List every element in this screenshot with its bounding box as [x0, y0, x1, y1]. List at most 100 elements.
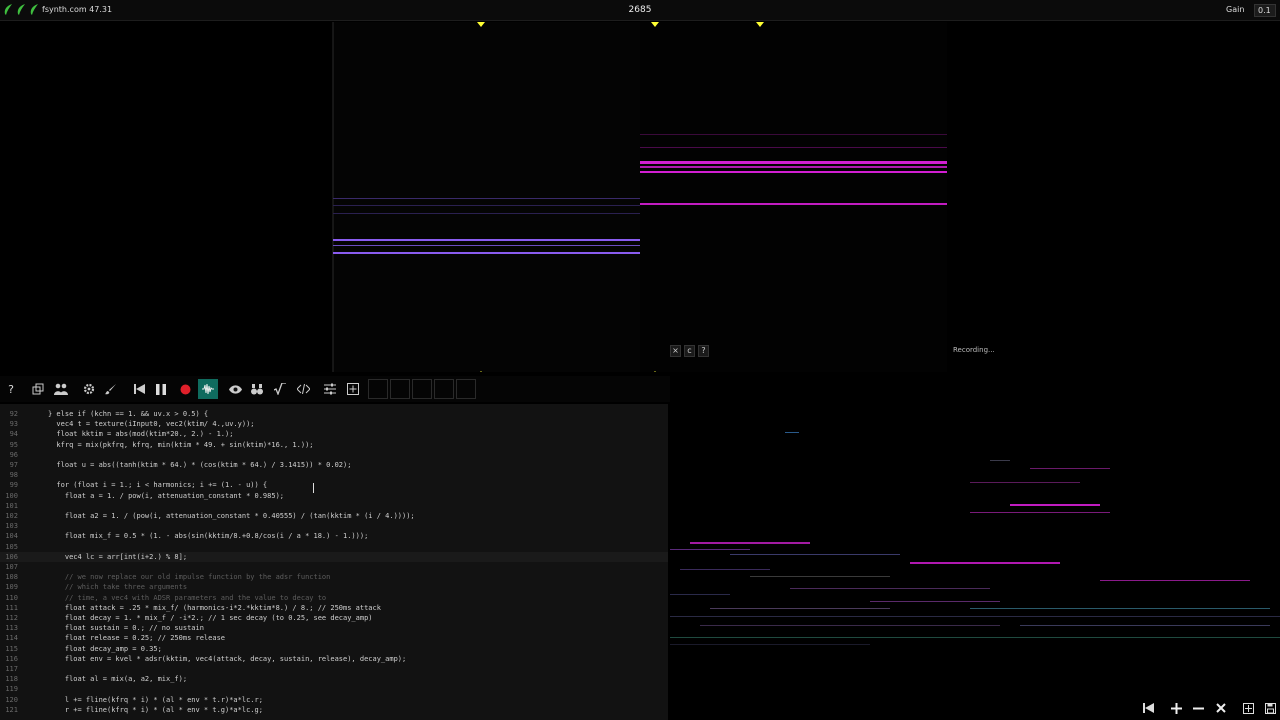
code-text[interactable]: vec4 lc = arr[int(i+2.) % 8];	[48, 552, 187, 562]
settings-button[interactable]	[79, 379, 99, 399]
toolbar-slot[interactable]	[368, 379, 388, 399]
code-line[interactable]: 116 float env = kvel * adsr(kktim, vec4(…	[0, 654, 668, 664]
math-button[interactable]	[270, 379, 290, 399]
rewind-button[interactable]	[129, 379, 149, 399]
code-text[interactable]: kfrq = mix(pkfrq, kfrq, min(ktim * 49. +…	[48, 440, 313, 450]
line-number: 96	[9, 450, 18, 459]
code-line[interactable]: 104 float mix_f = 0.5 * (1. - abs(sin(kk…	[0, 531, 668, 541]
site-title[interactable]: fsynth.com 47.31	[42, 5, 112, 14]
line-number: 105	[5, 542, 18, 551]
code-line[interactable]: 110 // time, a vec4 with ADSR parameters…	[0, 593, 668, 603]
spectrogram-canvas[interactable]	[0, 22, 1280, 372]
add-slice-button[interactable]	[343, 379, 363, 399]
code-line[interactable]: 106 vec4 lc = arr[int(i+2.) % 8];	[0, 551, 668, 562]
code-text[interactable]: float env = kvel * adsr(kktim, vec4(atta…	[48, 654, 406, 664]
line-number: 118	[5, 675, 18, 684]
copy-recording-button[interactable]: c	[684, 345, 695, 357]
code-line[interactable]: 102 float a2 = 1. / (pow(i, attenuation_…	[0, 511, 668, 521]
code-text[interactable]: float decay_amp = 0.35;	[48, 644, 162, 654]
add-button[interactable]	[1166, 699, 1186, 717]
save-button[interactable]	[1260, 699, 1280, 717]
code-line[interactable]: 118 float al = mix(a, a2, mix_f);	[0, 674, 668, 684]
spectral-band	[640, 166, 947, 168]
code-text[interactable]: l += fline(kfrq * i) * (al * env * t.r)*…	[48, 695, 263, 705]
waterfall-streak	[1100, 580, 1250, 581]
sliders-button[interactable]	[320, 379, 340, 399]
code-line[interactable]: 95 kfrq = mix(pkfrq, kfrq, min(ktim * 49…	[0, 440, 668, 450]
code-text[interactable]: vec4 t = texture(iInput0, vec2(ktim/ 4.,…	[48, 419, 254, 429]
code-line[interactable]: 119	[0, 684, 668, 694]
toolbar-slot[interactable]	[390, 379, 410, 399]
rewind-to-start-button[interactable]	[1138, 699, 1158, 717]
code-line[interactable]: 107	[0, 562, 668, 572]
minus-icon	[1192, 707, 1204, 709]
code-text[interactable]: for (float i = 1.; i < harmonics; i += (…	[48, 480, 267, 490]
record-button[interactable]	[175, 379, 195, 399]
gain-input[interactable]	[1254, 4, 1276, 17]
waterfall-streak	[730, 554, 900, 555]
expand-button[interactable]	[1238, 699, 1258, 717]
code-line[interactable]: 117	[0, 664, 668, 674]
code-line[interactable]: 98	[0, 470, 668, 480]
close-button[interactable]	[1211, 699, 1231, 717]
code-text[interactable]: // we now replace our old impulse functi…	[48, 572, 331, 582]
code-line[interactable]: 99 for (float i = 1.; i < harmonics; i +…	[0, 480, 668, 490]
code-line[interactable]: 113 float sustain = 0.; // no sustain	[0, 623, 668, 633]
code-line[interactable]: 108 // we now replace our old impulse fu…	[0, 572, 668, 582]
code-text[interactable]: float u = abs((tanh(ktim * 64.) * (cos(k…	[48, 460, 351, 470]
code-line[interactable]: 101	[0, 501, 668, 511]
code-editor[interactable]: 92} else if (kchn == 1. && uv.x > 0.5) {…	[0, 404, 668, 720]
code-text[interactable]: r += fline(kfrq * i) * (al * env * t.g)*…	[48, 705, 263, 715]
toolbar-slot[interactable]	[434, 379, 454, 399]
code-text[interactable]: float sustain = 0.; // no sustain	[48, 623, 204, 633]
code-text[interactable]: } else if (kchn == 1. && uv.x > 0.5) {	[48, 409, 208, 419]
waterfall-streak	[785, 432, 799, 433]
code-line[interactable]: 94 float kktim = abs(mod(ktim*20., 2.) -…	[0, 429, 668, 439]
line-number: 119	[5, 685, 18, 694]
code-line[interactable]: 96	[0, 450, 668, 460]
line-number: 107	[5, 563, 18, 571]
code-editor-button[interactable]	[293, 379, 313, 399]
line-number: 114	[5, 634, 18, 643]
code-line[interactable]: 103	[0, 521, 668, 531]
code-text[interactable]: float attack = .25 * mix_f/ (harmonics-i…	[48, 603, 381, 613]
code-text[interactable]: float kktim = abs(mod(ktim*20., 2.) - 1.…	[48, 429, 233, 439]
audio-output-button[interactable]	[198, 379, 218, 399]
remove-button[interactable]	[1188, 699, 1208, 717]
code-text[interactable]: float a = 1. / pow(i, attenuation_consta…	[48, 491, 284, 501]
view-button[interactable]	[225, 379, 245, 399]
code-text[interactable]: float decay = 1. * mix_f / -i*2.; // 1 s…	[48, 613, 373, 623]
line-number: 94	[9, 430, 18, 439]
code-text[interactable]: float al = mix(a, a2, mix_f);	[48, 674, 187, 684]
recording-help-button[interactable]: ?	[698, 345, 709, 357]
code-line[interactable]: 120 l += fline(kfrq * i) * (al * env * t…	[0, 695, 668, 705]
code-text[interactable]: // which take three arguments	[48, 582, 187, 592]
code-text[interactable]: float release = 0.25; // 250ms release	[48, 633, 225, 643]
code-line[interactable]: 97 float u = abs((tanh(ktim * 64.) * (co…	[0, 460, 668, 470]
spectral-band	[333, 205, 640, 206]
code-line[interactable]: 112 float decay = 1. * mix_f / -i*2.; //…	[0, 613, 668, 623]
detach-button[interactable]	[28, 379, 48, 399]
code-text[interactable]: float a2 = 1. / (pow(i, attenuation_cons…	[48, 511, 415, 521]
help-button[interactable]: ?	[1, 379, 21, 399]
close-recording-button[interactable]: ×	[670, 345, 681, 357]
analysis-button[interactable]	[247, 379, 267, 399]
code-line[interactable]: 111 float attack = .25 * mix_f/ (harmoni…	[0, 603, 668, 613]
toolbar-slot[interactable]	[456, 379, 476, 399]
help-icon: ?	[8, 382, 14, 396]
code-line[interactable]: 93 vec4 t = texture(iInput0, vec2(ktim/ …	[0, 419, 668, 429]
code-line[interactable]: 92} else if (kchn == 1. && uv.x > 0.5) {	[0, 409, 668, 419]
brush-button[interactable]	[101, 379, 121, 399]
session-users-button[interactable]	[51, 379, 71, 399]
code-line[interactable]: 109 // which take three arguments	[0, 582, 668, 592]
pause-button[interactable]	[151, 379, 171, 399]
code-text[interactable]: float mix_f = 0.5 * (1. - abs(sin(kktim/…	[48, 531, 368, 541]
waterfall-streak	[870, 601, 1000, 602]
toolbar-slot[interactable]	[412, 379, 432, 399]
code-line[interactable]: 105	[0, 542, 668, 552]
code-line[interactable]: 121 r += fline(kfrq * i) * (al * env * t…	[0, 705, 668, 715]
code-line[interactable]: 114 float release = 0.25; // 250ms relea…	[0, 633, 668, 643]
code-line[interactable]: 100 float a = 1. / pow(i, attenuation_co…	[0, 491, 668, 501]
code-text[interactable]: // time, a vec4 with ADSR parameters and…	[48, 593, 326, 603]
code-line[interactable]: 115 float decay_amp = 0.35;	[0, 644, 668, 654]
